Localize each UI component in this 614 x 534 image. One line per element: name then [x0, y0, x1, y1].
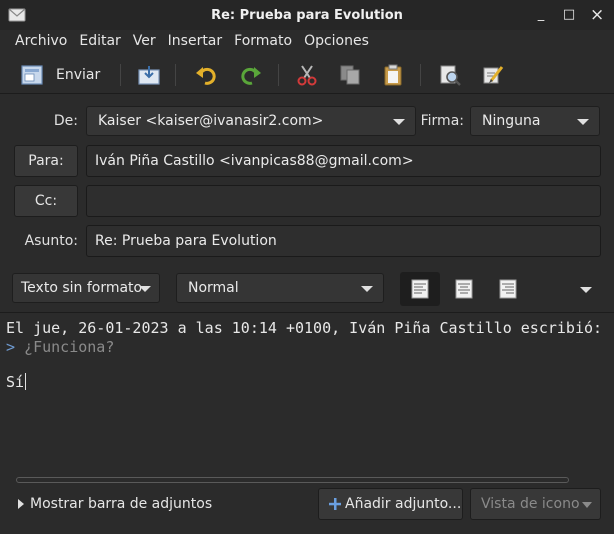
menu-editar[interactable]: Editar: [73, 30, 126, 52]
cut-icon: [297, 65, 317, 86]
close-button[interactable]: ×: [590, 7, 604, 24]
cc-field[interactable]: [86, 185, 601, 217]
align-left-icon: [411, 279, 429, 299]
align-right-icon: [499, 279, 517, 299]
copy-icon: [340, 65, 360, 85]
quoted-line: > ¿Funciona?: [6, 338, 114, 356]
to-button[interactable]: Para:: [14, 145, 78, 177]
copy-button[interactable]: [337, 61, 363, 89]
redo-icon: [241, 67, 261, 85]
evolution-mail-icon: [8, 8, 26, 22]
chevron-down-icon: [361, 286, 373, 292]
message-body-editor[interactable]: El jue, 26-01-2023 a las 10:14 +0100, Iv…: [0, 312, 614, 480]
undo-icon: [196, 67, 216, 85]
add-attachment-button[interactable]: Añadir adjunto...: [318, 488, 463, 520]
attachment-bar-toggle[interactable]: Mostrar barra de adjuntos: [18, 496, 212, 512]
signature-value: Ninguna: [482, 113, 541, 129]
subject-field[interactable]: Re: Prueba para Evolution: [86, 225, 601, 257]
attachment-bar-toggle-label: Mostrar barra de adjuntos: [30, 496, 213, 512]
menu-opciones[interactable]: Opciones: [298, 30, 375, 52]
attribution-line: El jue, 26-01-2023 a las 10:14 +0100, Iv…: [6, 319, 603, 337]
expander-arrow-icon: [18, 499, 24, 509]
send-label: Enviar: [56, 67, 101, 83]
format-mode-select[interactable]: Texto sin formato: [12, 273, 160, 303]
window-title: Re: Prueba para Evolution: [211, 7, 403, 23]
subject-label: Asunto:: [24, 233, 78, 249]
plus-icon: [329, 498, 341, 510]
align-center-icon: [455, 279, 473, 299]
paste-button[interactable]: [380, 61, 406, 89]
redo-button[interactable]: [238, 61, 264, 89]
paragraph-style-value: Normal: [188, 280, 239, 296]
from-label: De:: [53, 113, 78, 129]
chevron-down-icon: [577, 119, 589, 125]
align-center-button[interactable]: [444, 272, 484, 306]
menu-archivo[interactable]: Archivo: [9, 30, 73, 52]
spellcheck-button[interactable]: [480, 61, 506, 89]
paragraph-style-select[interactable]: Normal: [176, 273, 384, 303]
save-draft-button[interactable]: [136, 61, 162, 89]
title-bar: Re: Prueba para Evolution _ □ ×: [0, 0, 614, 30]
toolbar-separator: [175, 64, 176, 86]
quoted-text: ¿Funciona?: [24, 338, 115, 356]
signature-label: Firma:: [420, 113, 464, 129]
from-account-select[interactable]: Kaiser <kaiser@ivanasir2.com>: [86, 106, 416, 136]
toolbar-separator: [278, 64, 279, 86]
to-field[interactable]: Iván Piña Castillo <ivanpicas88@gmail.co…: [86, 145, 601, 177]
text-cursor: [25, 373, 27, 390]
cut-button[interactable]: [294, 61, 320, 89]
menu-bar: Archivo Editar Ver Insertar Formato Opci…: [0, 30, 614, 52]
chevron-down-icon: [582, 502, 592, 508]
menu-formato[interactable]: Formato: [228, 30, 298, 52]
send-icon: [21, 65, 43, 85]
add-attachment-label: Añadir adjunto...: [345, 496, 462, 512]
toolbar-separator: [120, 64, 121, 86]
reply-text: Sí: [6, 373, 25, 391]
main-toolbar: Enviar: [0, 56, 614, 132]
paste-icon: [384, 64, 402, 86]
format-mode-value: Texto sin formato: [21, 280, 143, 296]
align-right-button[interactable]: [488, 272, 528, 306]
view-mode-value: Vista de icono: [481, 496, 580, 512]
align-left-button[interactable]: [400, 272, 440, 306]
chevron-down-icon: [139, 286, 151, 292]
save-draft-icon: [138, 66, 160, 85]
spellcheck-icon: [483, 66, 504, 84]
minimize-button[interactable]: _: [534, 7, 548, 23]
signature-select[interactable]: Ninguna: [470, 106, 600, 136]
toolbar-separator: [420, 64, 421, 86]
maximize-button[interactable]: □: [562, 7, 576, 23]
menu-insertar[interactable]: Insertar: [162, 30, 229, 52]
chevron-down-icon: [393, 119, 405, 125]
reply-line: Sí: [6, 373, 27, 391]
find-button[interactable]: [437, 61, 463, 89]
from-account-value: Kaiser <kaiser@ivanasir2.com>: [98, 113, 324, 129]
find-icon: [440, 65, 461, 86]
cc-button[interactable]: Cc:: [14, 185, 78, 217]
menu-ver[interactable]: Ver: [127, 30, 162, 52]
undo-button[interactable]: [193, 61, 219, 89]
format-overflow-arrow-icon[interactable]: [580, 287, 592, 293]
quote-mark: >: [6, 338, 16, 356]
view-mode-select[interactable]: Vista de icono: [470, 488, 601, 520]
send-button[interactable]: Enviar: [20, 61, 100, 89]
horizontal-scrollbar[interactable]: [16, 477, 569, 483]
